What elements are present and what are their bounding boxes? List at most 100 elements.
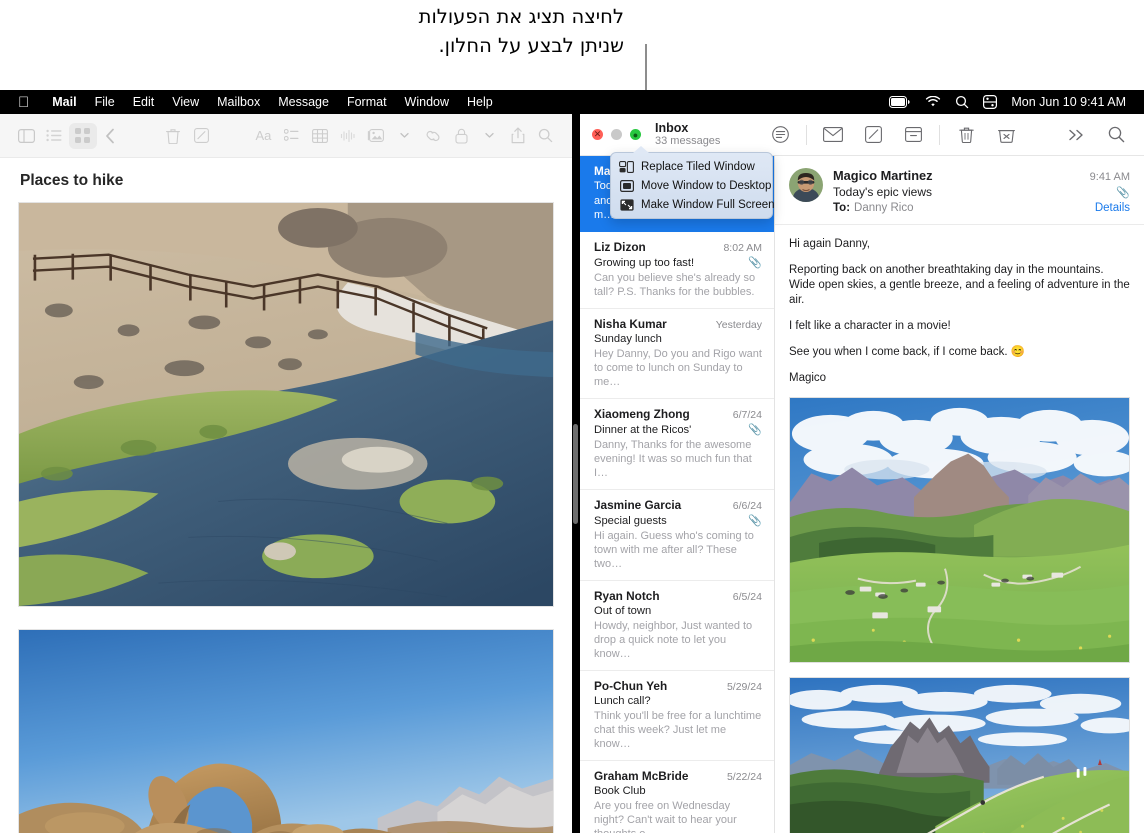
- message-count: 33 messages: [655, 135, 721, 148]
- message-date: 5/29/24: [726, 681, 762, 693]
- toolbar-divider: [806, 124, 808, 145]
- menu-item-move-window-to-desktop[interactable]: Move Window to Desktop: [611, 176, 772, 195]
- mark-unread-icon[interactable]: [813, 120, 853, 150]
- wifi-icon[interactable]: [925, 96, 941, 108]
- message-list-item[interactable]: Xiaomeng Zhong 6/7/24 Dinner at the Rico…: [580, 399, 774, 490]
- table-icon[interactable]: [306, 123, 334, 149]
- mail-toolbar: ✕ ● Inbox 33 messages: [580, 114, 1144, 156]
- mailbox-name: Inbox: [655, 120, 689, 135]
- message-subject: Sunday lunch: [594, 333, 662, 345]
- notes-window: Aa Places to hike: [0, 114, 572, 833]
- close-button[interactable]: ✕: [592, 129, 603, 140]
- media-icon[interactable]: [362, 123, 390, 149]
- apple-logo-icon[interactable]: : [18, 95, 29, 110]
- dolomites-meadow-photo[interactable]: [789, 397, 1130, 663]
- message-preview: Hi again. Guess who's coming to town wit…: [594, 530, 754, 570]
- menu-item-file[interactable]: File: [86, 95, 124, 109]
- details-link[interactable]: Details: [1095, 202, 1130, 214]
- message-list-item[interactable]: Ryan Notch 6/5/24 Out of town Howdy, nei…: [580, 581, 774, 671]
- menu-item-window[interactable]: Window: [396, 95, 458, 109]
- archive-icon[interactable]: [893, 120, 933, 150]
- fullscreen-button[interactable]: ●: [630, 129, 641, 140]
- message-preview: Danny, Thanks for the awesome evening! I…: [594, 439, 752, 479]
- paperclip-icon: 📎: [748, 257, 762, 269]
- more-chevrons-icon[interactable]: [1056, 120, 1096, 150]
- media-chevron-down-icon[interactable]: [391, 123, 419, 149]
- body-paragraph-3: I felt like a character in a movie!: [789, 320, 951, 332]
- search-icon[interactable]: [1096, 120, 1136, 150]
- message-preview: Howdy, neighbor, Just wanted to drop a q…: [594, 620, 753, 660]
- message-list-item[interactable]: Jasmine Garcia 6/6/24 Special guests 📎 Hi…: [580, 490, 774, 581]
- message-detail-header: Magico Martinez 9:41 AM Today's epic vie…: [775, 156, 1144, 225]
- detail-recipient: To: Danny Rico: [833, 202, 913, 214]
- menu-item-edit[interactable]: Edit: [124, 95, 164, 109]
- message-subject: Dinner at the Ricos': [594, 423, 692, 436]
- lock-icon[interactable]: [447, 123, 475, 149]
- menu-item-make-window-full-screen[interactable]: Make Window Full Screen: [611, 195, 775, 214]
- notes-toolbar: Aa: [0, 114, 572, 158]
- menu-item-message[interactable]: Message: [269, 95, 338, 109]
- menu-item-label: Make Window Full Screen: [641, 198, 775, 211]
- compose-note-icon[interactable]: [187, 123, 215, 149]
- checklist-icon[interactable]: [278, 123, 306, 149]
- search-icon[interactable]: [532, 123, 560, 149]
- minimize-button[interactable]: [611, 129, 622, 140]
- message-date: 6/7/24: [732, 409, 762, 421]
- message-sender: Jasmine Garcia: [594, 498, 682, 512]
- compose-icon[interactable]: [853, 120, 893, 150]
- message-preview: Are you free on Wednesday night? Can't w…: [594, 800, 737, 833]
- window-actions-menu[interactable]: Replace Tiled Window Move Window to Desk…: [610, 146, 775, 219]
- paperclip-icon[interactable]: 📎: [1116, 186, 1130, 199]
- menu-item-mailbox[interactable]: Mailbox: [208, 95, 269, 109]
- detail-sender-name: Magico Martinez: [833, 168, 933, 183]
- message-body: Hi again Danny, Reporting back on anothe…: [775, 225, 1144, 833]
- link-icon[interactable]: [419, 123, 447, 149]
- delete-icon[interactable]: [946, 120, 986, 150]
- battery-icon[interactable]: [889, 96, 911, 108]
- message-sender: Liz Dizon: [594, 240, 646, 254]
- message-sender: Po-Chun Yeh: [594, 679, 668, 693]
- detail-subject: Today's epic views: [833, 185, 932, 199]
- window-traffic-lights: ✕ ●: [588, 129, 641, 140]
- message-list-item[interactable]: Po-Chun Yeh 5/29/24 Lunch call? Think yo…: [580, 671, 774, 761]
- menu-item-replace-tiled-window[interactable]: Replace Tiled Window: [611, 157, 772, 176]
- audio-waveform-icon[interactable]: [334, 123, 362, 149]
- hot-creek-river-photo[interactable]: [18, 202, 554, 607]
- message-subject: Special guests: [594, 514, 667, 527]
- lock-chevron-down-icon[interactable]: [475, 123, 503, 149]
- callout-text: לחיצה תציג את הפעולות שניתן לבצע על החלו…: [304, 2, 624, 60]
- avatar: [789, 168, 823, 202]
- body-paragraph-2: Reporting back on another breathtaking d…: [789, 264, 1130, 306]
- filter-icon[interactable]: [760, 120, 800, 150]
- back-chevron-icon[interactable]: [97, 123, 125, 149]
- menu-item-mail[interactable]: Mail: [43, 95, 85, 109]
- sidebar-toggle-icon[interactable]: [12, 123, 40, 149]
- format-aa-icon[interactable]: Aa: [249, 123, 277, 149]
- menu-item-help[interactable]: Help: [458, 95, 502, 109]
- menubar-clock[interactable]: Mon Jun 10 9:41 AM: [1011, 95, 1126, 109]
- message-list-item[interactable]: Graham McBride 5/22/24 Book Club Are you…: [580, 761, 774, 833]
- grid-view-icon[interactable]: [68, 122, 97, 149]
- share-icon[interactable]: [504, 123, 532, 149]
- control-center-icon[interactable]: [983, 95, 998, 109]
- toolbar-divider: [939, 124, 941, 145]
- tiled-windows-stage: Aa Places to hike ✕ ● Inbox 33 messages …: [0, 114, 1144, 833]
- list-view-icon[interactable]: [40, 123, 68, 149]
- mobius-arch-photo[interactable]: [18, 629, 554, 833]
- junk-icon[interactable]: [986, 120, 1026, 150]
- message-list[interactable]: Magico Martinez 9:41 AM Today's epic vie…: [580, 156, 775, 833]
- message-subject: Lunch call?: [594, 695, 651, 707]
- message-date: 8:02 AM: [723, 242, 762, 254]
- make-window-full-screen-icon: [619, 198, 634, 211]
- message-date: 5/22/24: [726, 771, 762, 783]
- notes-scrollbar[interactable]: [573, 424, 578, 524]
- message-list-item[interactable]: Liz Dizon 8:02 AM Growing up too fast! 📎 …: [580, 232, 774, 309]
- menu-item-view[interactable]: View: [163, 95, 208, 109]
- message-list-item[interactable]: Nisha Kumar Yesterday Sunday lunch Hey D…: [580, 309, 774, 399]
- trash-icon[interactable]: [159, 123, 187, 149]
- search-icon[interactable]: [955, 95, 969, 109]
- dolomites-trail-photo[interactable]: [789, 677, 1130, 833]
- message-detail-pane: Magico Martinez 9:41 AM Today's epic vie…: [775, 156, 1144, 833]
- menu-item-format[interactable]: Format: [338, 95, 396, 109]
- menu-item-label: Replace Tiled Window: [641, 160, 755, 173]
